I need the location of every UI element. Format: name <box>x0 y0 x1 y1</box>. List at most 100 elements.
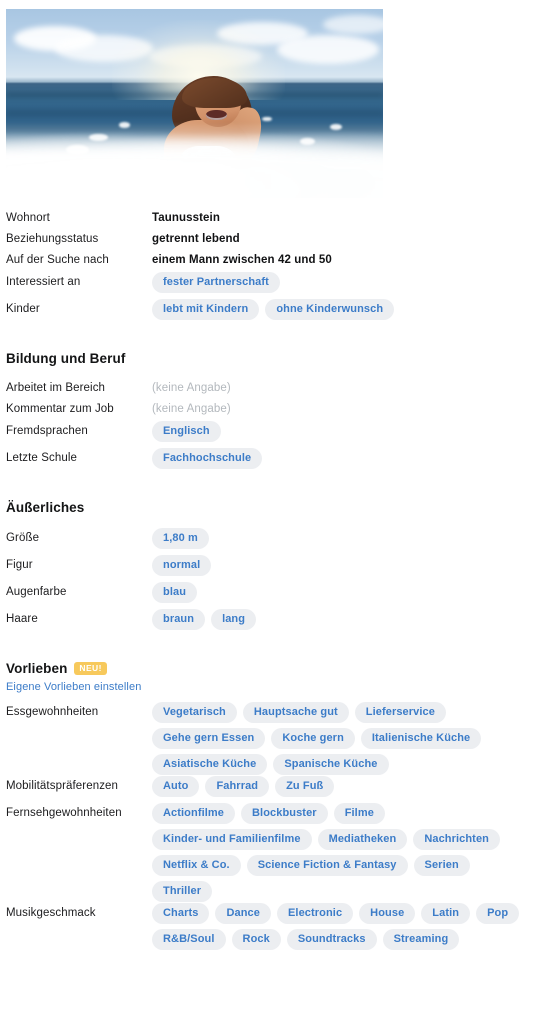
tag-pill[interactable]: Koche gern <box>271 728 355 749</box>
info-row-value: einem Mann zwischen 42 und 50 <box>152 254 332 266</box>
tag-pill[interactable]: Mediatheken <box>317 829 408 850</box>
tag-pill[interactable]: Hauptsache gut <box>242 702 349 723</box>
info-row-label: Auf der Suche nach <box>6 254 109 266</box>
info-row-label: Mobilitätspräferenzen <box>6 780 119 792</box>
info-row-fremdsprachen: Fremdsprachen Englisch <box>6 420 534 447</box>
info-row-label: Haare <box>6 613 38 625</box>
tag-pill[interactable]: Fahrrad <box>205 776 270 797</box>
sea-foam <box>6 122 383 198</box>
section-title-preferences: Vorlieben NEU! <box>0 661 540 676</box>
info-row-kinder: Kinder lebt mit Kindern ohne Kinderwunsch <box>6 298 534 325</box>
info-row-label: Figur <box>6 559 33 571</box>
tag-pill[interactable]: blau <box>152 582 198 603</box>
tag-pill[interactable]: Lieferservice <box>354 702 446 723</box>
info-row-label: Fremdsprachen <box>6 425 88 437</box>
tag-pill[interactable]: Actionfilme <box>152 803 235 824</box>
info-row-label: Beziehungsstatus <box>6 233 99 245</box>
info-row-value: (keine Angabe) <box>152 403 231 415</box>
info-row-label: Essgewohnheiten <box>6 706 99 718</box>
tag-pill[interactable]: Asiatische Küche <box>152 754 268 775</box>
tag-pill[interactable]: Soundtracks <box>286 929 377 950</box>
tag-pill[interactable]: Filme <box>333 803 385 824</box>
info-row-haare: Haare braun lang <box>6 608 534 635</box>
tag-pill[interactable]: Rock <box>231 929 281 950</box>
tag-pill[interactable]: lang <box>211 609 257 630</box>
tag-list-figur: normal <box>152 554 534 576</box>
cloud-shape <box>277 35 380 64</box>
education-section: Arbeitet im Bereich (keine Angabe) Komment… <box>0 378 540 474</box>
tag-pill[interactable]: 1,80 m <box>152 528 209 549</box>
info-row-label: Kinder <box>6 303 40 315</box>
info-row-fernsehgewohnheiten: Fernsehgewohnheiten Actionfilme Blockbuste… <box>6 802 534 902</box>
info-row-value: getrennt lebend <box>152 233 240 245</box>
info-row-arbeitet-im-bereich: Arbeitet im Bereich (keine Angabe) <box>6 378 534 399</box>
tag-pill[interactable]: Gehe gern Essen <box>152 728 266 749</box>
info-row-label: Arbeitet im Bereich <box>6 382 106 394</box>
info-row-auf-der-suche-nach: Auf der Suche nach einem Mann zwischen 42… <box>6 250 534 271</box>
info-row-label: Fernsehgewohnheiten <box>6 807 122 819</box>
new-badge: NEU! <box>74 662 107 675</box>
section-title-appearance-label: Äußerliches <box>6 500 85 515</box>
tag-pill[interactable]: Englisch <box>152 421 221 442</box>
cloud-shape <box>322 14 383 34</box>
info-row-label: Musikgeschmack <box>6 907 96 919</box>
tag-list-essgewohnheiten: Vegetarisch Hauptsache gut Lieferservice Ge… <box>152 701 534 775</box>
preferences-section: Essgewohnheiten Vegetarisch Hauptsache gut… <box>0 701 540 950</box>
tag-pill[interactable]: Charts <box>152 903 210 924</box>
section-title-preferences-label: Vorlieben <box>6 661 68 676</box>
info-row-beziehungsstatus: Beziehungsstatus getrennt lebend <box>6 229 534 250</box>
section-title-education: Bildung und Beruf <box>0 351 540 366</box>
tag-pill[interactable]: Auto <box>152 776 200 797</box>
info-row-figur: Figur normal <box>6 554 534 581</box>
info-row-groesse: Größe 1,80 m <box>6 527 534 554</box>
info-row-value: Taunusstein <box>152 212 220 224</box>
tag-pill[interactable]: Kinder- und Familienfilme <box>152 829 312 850</box>
tag-pill[interactable]: Spanische Küche <box>273 754 389 775</box>
tag-pill[interactable]: Blockbuster <box>241 803 328 824</box>
mouth-shape <box>205 109 228 121</box>
tag-pill[interactable]: Nachrichten <box>413 829 500 850</box>
tag-list-mobilitaetspraeferenzen: Auto Fahrrad Zu Fuß <box>152 775 534 797</box>
info-row-interessiert-an: Interessiert an fester Partnerschaft <box>6 271 534 298</box>
info-row-letzte-schule: Letzte Schule Fachhochschule <box>6 447 534 474</box>
info-row-label: Kommentar zum Job <box>6 403 114 415</box>
tag-pill[interactable]: Dance <box>215 903 271 924</box>
info-row-label: Letzte Schule <box>6 452 77 464</box>
tag-list-interessiert-an: fester Partnerschaft <box>152 271 534 293</box>
info-row-augenfarbe: Augenfarbe blau <box>6 581 534 608</box>
tag-pill[interactable]: Thriller <box>152 881 213 902</box>
tag-pill[interactable]: normal <box>152 555 212 576</box>
appearance-section: Größe 1,80 m Figur normal Augenfarbe blau Haar… <box>0 527 540 635</box>
tag-list-fremdsprachen: Englisch <box>152 420 534 442</box>
tag-pill[interactable]: Netflix & Co. <box>152 855 241 876</box>
tag-pill[interactable]: Science Fiction & Fantasy <box>246 855 408 876</box>
tag-list-letzte-schule: Fachhochschule <box>152 447 534 469</box>
tag-pill[interactable]: House <box>359 903 416 924</box>
tag-list-kinder: lebt mit Kindern ohne Kinderwunsch <box>152 298 534 320</box>
hair-front-shape <box>182 77 247 109</box>
tag-pill[interactable]: Latin <box>421 903 471 924</box>
profile-photo[interactable] <box>6 9 383 198</box>
tag-pill[interactable]: lebt mit Kindern <box>152 299 260 320</box>
tag-pill[interactable]: R&B/Soul <box>152 929 226 950</box>
tag-pill[interactable]: braun <box>152 609 206 630</box>
basics-section: Wohnort Taunusstein Beziehungsstatus getren… <box>0 208 540 325</box>
info-row-wohnort: Wohnort Taunusstein <box>6 208 534 229</box>
tag-pill[interactable]: Electronic <box>276 903 354 924</box>
edit-preferences-link[interactable]: Eigene Vorlieben einstellen <box>0 680 540 695</box>
section-title-appearance: Äußerliches <box>0 500 540 515</box>
spray-droplet <box>330 124 342 130</box>
tag-list-haare: braun lang <box>152 608 534 630</box>
tag-list-fernsehgewohnheiten: Actionfilme Blockbuster Filme Kinder- und F… <box>152 802 534 902</box>
tag-pill[interactable]: Zu Fuß <box>275 776 335 797</box>
tag-pill[interactable]: Serien <box>413 855 470 876</box>
tag-pill[interactable]: Vegetarisch <box>152 702 237 723</box>
spray-droplet <box>300 137 316 146</box>
info-row-label: Augenfarbe <box>6 586 67 598</box>
tag-pill[interactable]: Pop <box>476 903 520 924</box>
tag-pill[interactable]: fester Partnerschaft <box>152 272 280 293</box>
tag-pill[interactable]: Fachhochschule <box>152 448 263 469</box>
tag-pill[interactable]: Streaming <box>382 929 460 950</box>
tag-pill[interactable]: Italienische Küche <box>360 728 482 749</box>
tag-pill[interactable]: ohne Kinderwunsch <box>265 299 395 320</box>
